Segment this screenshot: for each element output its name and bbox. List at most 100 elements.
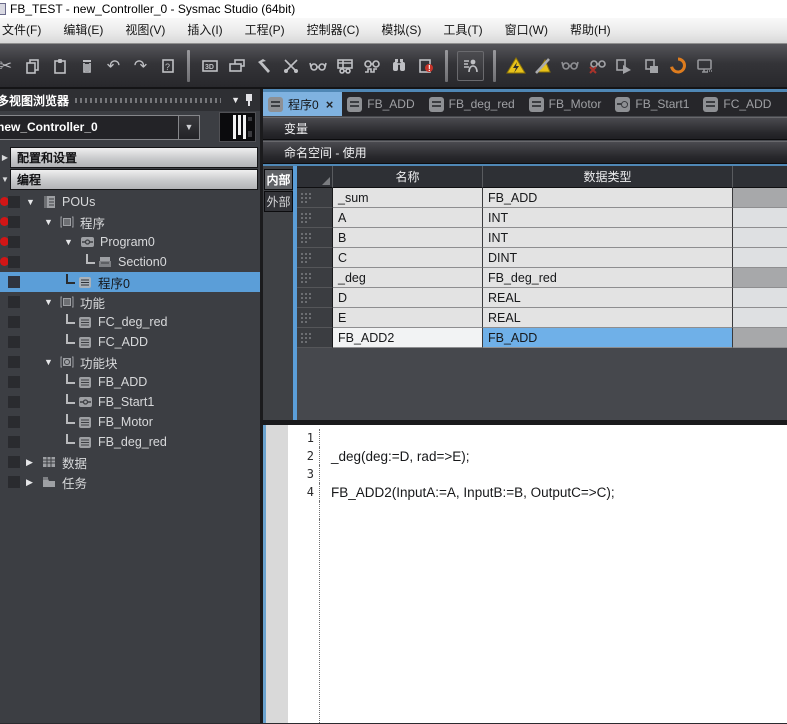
variable-type-cell[interactable]: INT bbox=[483, 208, 733, 228]
initial-value-cell[interactable] bbox=[733, 248, 787, 268]
expander-icon[interactable]: ▶ bbox=[26, 457, 41, 468]
controller-status-icon[interactable] bbox=[691, 51, 718, 81]
window-layout-icon[interactable] bbox=[223, 51, 250, 81]
controller-selector[interactable]: new_Controller_0 ▼ bbox=[0, 115, 200, 140]
row-drag-handle[interactable] bbox=[297, 308, 333, 328]
variable-name-cell[interactable]: _sum bbox=[333, 188, 483, 208]
help-doc-icon[interactable]: ? bbox=[154, 51, 181, 81]
tree-item-tasks[interactable]: ▶ 任务 bbox=[0, 472, 260, 492]
tree-item-fb-start1[interactable]: FB_Start1 bbox=[0, 392, 260, 412]
panel-menu-icon[interactable]: ▼ bbox=[231, 95, 240, 105]
menu-help[interactable]: 帮助(H) bbox=[559, 18, 622, 43]
breakpoint-gutter[interactable] bbox=[266, 425, 288, 723]
expander-icon[interactable]: ▶ bbox=[26, 477, 41, 488]
variable-name-cell[interactable]: B bbox=[333, 228, 483, 248]
expander-icon[interactable]: ▼ bbox=[44, 217, 59, 227]
variable-name-cell[interactable]: E bbox=[333, 308, 483, 328]
section-collapsed-icon[interactable]: ▶ bbox=[0, 153, 10, 162]
chevron-down-icon[interactable]: ▼ bbox=[178, 116, 199, 139]
section-configurations[interactable]: 配置和设置 bbox=[10, 147, 258, 168]
variable-type-cell[interactable]: INT bbox=[483, 228, 733, 248]
tab-program0[interactable]: 程序0 × bbox=[263, 92, 342, 116]
build-icon[interactable] bbox=[250, 51, 277, 81]
tab-internal[interactable]: 内部 bbox=[264, 169, 293, 190]
tree-item-pous[interactable]: ▼ POUs bbox=[0, 192, 260, 212]
menu-tools[interactable]: 工具(T) bbox=[432, 18, 493, 43]
troubleshooting-icon[interactable]: ! bbox=[412, 51, 439, 81]
tree-item-fb-add[interactable]: FB_ADD bbox=[0, 372, 260, 392]
undo-icon[interactable]: ↶ bbox=[100, 51, 127, 81]
transfer-to-controller-icon[interactable] bbox=[610, 51, 637, 81]
menu-view[interactable]: 视图(V) bbox=[114, 18, 176, 43]
row-drag-handle[interactable] bbox=[297, 188, 333, 208]
expander-icon[interactable]: ▼ bbox=[44, 357, 59, 367]
row-drag-handle[interactable] bbox=[297, 268, 333, 288]
expander-icon[interactable]: ▼ bbox=[64, 237, 79, 247]
tree-item-program0-st[interactable]: 程序0 bbox=[0, 272, 260, 292]
code-text[interactable]: _deg(deg:=D, rad=>E); bbox=[320, 449, 469, 464]
menu-project[interactable]: 工程(P) bbox=[234, 18, 296, 43]
table-row[interactable]: C DINT bbox=[297, 248, 787, 268]
initial-value-cell[interactable] bbox=[733, 308, 787, 328]
tree-item-program0[interactable]: ▼ Program0 bbox=[0, 232, 260, 252]
pin-icon[interactable] bbox=[244, 94, 254, 106]
variables-bar[interactable]: 变量 bbox=[263, 117, 787, 140]
tab-fb-motor[interactable]: FB_Motor bbox=[524, 92, 611, 116]
close-tab-icon[interactable]: × bbox=[326, 97, 334, 112]
tree-item-function-blocks[interactable]: ▼ 功能块 bbox=[0, 352, 260, 372]
row-drag-handle[interactable] bbox=[297, 288, 333, 308]
menu-controller[interactable]: 控制器(C) bbox=[296, 18, 371, 43]
table-row[interactable]: A INT bbox=[297, 208, 787, 228]
section-programming[interactable]: 编程 bbox=[10, 169, 258, 190]
variable-type-cell[interactable]: REAL bbox=[483, 308, 733, 328]
watch-window-icon[interactable] bbox=[304, 51, 331, 81]
tree-item-data[interactable]: ▶ 数据 bbox=[0, 452, 260, 472]
delete-icon[interactable] bbox=[73, 51, 100, 81]
table-row-selected[interactable]: FB_ADD2 FB_ADD bbox=[297, 328, 787, 348]
initial-value-cell[interactable] bbox=[733, 208, 787, 228]
tab-fc-add[interactable]: FC_ADD bbox=[698, 92, 780, 116]
variable-name-cell[interactable]: _deg bbox=[333, 268, 483, 288]
tree-item-fb-deg-red[interactable]: FB_deg_red bbox=[0, 432, 260, 452]
copy-icon[interactable] bbox=[19, 51, 46, 81]
transfer-from-controller-icon[interactable] bbox=[637, 51, 664, 81]
table-row[interactable]: _sum FB_ADD bbox=[297, 188, 787, 208]
code-line[interactable]: 2 _deg(deg:=D, rad=>E); bbox=[288, 447, 787, 465]
st-code-editor[interactable]: 1 2 _deg(deg:=D, rad=>E); 3 4 FB_ADD2(In… bbox=[263, 425, 787, 723]
variable-type-cell-selected[interactable]: FB_ADD bbox=[483, 328, 733, 348]
paste-icon[interactable] bbox=[46, 51, 73, 81]
menu-simulation[interactable]: 模拟(S) bbox=[370, 18, 432, 43]
variable-type-cell[interactable]: REAL bbox=[483, 288, 733, 308]
variable-name-cell[interactable]: FB_ADD2 bbox=[333, 328, 483, 348]
expander-icon[interactable]: ▼ bbox=[26, 197, 41, 207]
tree-item-programs[interactable]: ▼ 程序 bbox=[0, 212, 260, 232]
code-line[interactable]: 4 FB_ADD2(InputA:=A, InputB:=B, OutputC=… bbox=[288, 483, 787, 501]
tab-external[interactable]: 外部 bbox=[264, 191, 293, 212]
table-row[interactable]: E REAL bbox=[297, 308, 787, 328]
menu-insert[interactable]: 插入(I) bbox=[176, 18, 233, 43]
code-text[interactable]: FB_ADD2(InputA:=A, InputB:=B, OutputC=>C… bbox=[320, 485, 615, 500]
code-area[interactable]: 1 2 _deg(deg:=D, rad=>E); 3 4 FB_ADD2(In… bbox=[288, 425, 787, 723]
code-line[interactable] bbox=[288, 501, 787, 519]
column-name[interactable]: 名称 bbox=[333, 166, 483, 188]
variable-name-cell[interactable]: C bbox=[333, 248, 483, 268]
go-offline-icon[interactable] bbox=[529, 51, 556, 81]
table-row[interactable]: B INT bbox=[297, 228, 787, 248]
variable-name-cell[interactable]: A bbox=[333, 208, 483, 228]
section-expanded-icon[interactable]: ▼ bbox=[0, 175, 10, 184]
run-simulation-icon[interactable] bbox=[457, 51, 484, 81]
table-row[interactable]: _deg FB_deg_red bbox=[297, 268, 787, 288]
menu-window[interactable]: 窗口(W) bbox=[494, 18, 559, 43]
menu-file[interactable]: 文件(F) bbox=[0, 18, 52, 43]
3d-view-icon[interactable]: 3D bbox=[196, 51, 223, 81]
code-line[interactable]: 3 bbox=[288, 465, 787, 483]
column-datatype[interactable]: 数据类型 bbox=[483, 166, 733, 188]
code-line[interactable] bbox=[288, 519, 787, 723]
tab-fb-start1[interactable]: FB_Start1 bbox=[610, 92, 698, 116]
tree-item-fc-add[interactable]: FC_ADD bbox=[0, 332, 260, 352]
stop-monitor-icon[interactable] bbox=[583, 51, 610, 81]
cut-icon[interactable]: ✂ bbox=[0, 51, 19, 81]
row-drag-handle[interactable] bbox=[297, 228, 333, 248]
variable-type-cell[interactable]: DINT bbox=[483, 248, 733, 268]
table-row[interactable]: D REAL bbox=[297, 288, 787, 308]
